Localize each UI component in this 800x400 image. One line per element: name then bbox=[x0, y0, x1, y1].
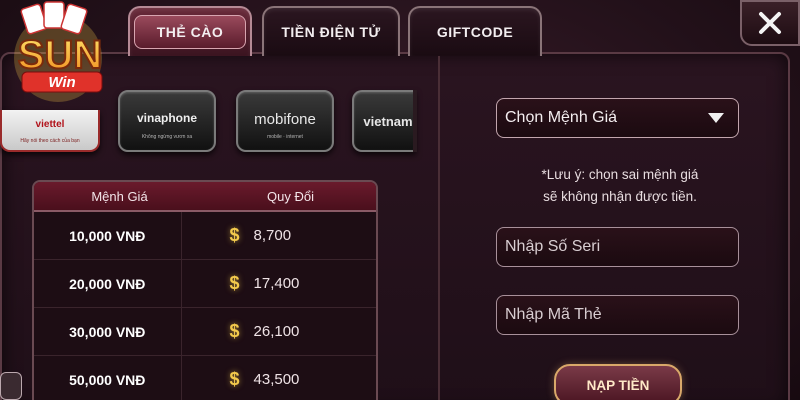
exchange-cell: $ 43,500 bbox=[182, 369, 377, 390]
table-row: 50,000 VNĐ $ 43,500 bbox=[34, 356, 376, 400]
exchange-cell: $ 17,400 bbox=[182, 273, 377, 294]
warning-note-line1: *Lưu ý: chọn sai mệnh giá bbox=[541, 167, 699, 182]
denomination-select-label: Chọn Mệnh Giá bbox=[505, 109, 618, 126]
header-exchange: Quy Đổi bbox=[267, 188, 314, 204]
warning-note: *Lưu ý: chọn sai mệnh giá sẽ không nhận … bbox=[470, 164, 770, 208]
carrier-scroll-edge bbox=[413, 90, 417, 152]
denomination-select[interactable]: Chọn Mệnh Giá bbox=[496, 98, 739, 138]
exchange-value: 26,100 bbox=[253, 323, 300, 340]
table-row: 30,000 VNĐ $ 26,100 bbox=[34, 308, 376, 356]
table-row: 20,000 VNĐ $ 17,400 bbox=[34, 260, 376, 308]
tab-the-cao[interactable]: THẺ CÀO bbox=[128, 6, 252, 56]
tab-tien-dien-tu[interactable]: TIỀN ĐIỆN TỬ bbox=[262, 6, 400, 56]
carrier-vietnamobile-label: vietnam bbox=[363, 113, 413, 129]
tab-tien-dien-tu-label: TIỀN ĐIỆN TỬ bbox=[281, 24, 381, 40]
rate-table: Mệnh Giá Quy Đổi 10,000 VNĐ $ 8,700 20,0… bbox=[32, 180, 378, 400]
logo-text: SUN bbox=[18, 33, 102, 77]
carrier-mobifone-tagline: mobile · internet bbox=[267, 134, 303, 140]
close-icon bbox=[759, 12, 781, 34]
serial-input[interactable] bbox=[496, 227, 739, 267]
coin-icon: $ bbox=[229, 321, 240, 341]
close-button[interactable] bbox=[740, 0, 800, 46]
denomination-cell: 30,000 VNĐ bbox=[34, 308, 182, 355]
dropdown-caret-icon bbox=[708, 113, 724, 123]
exchange-cell: $ 8,700 bbox=[182, 225, 377, 246]
carrier-vinaphone-label: vinaphone bbox=[136, 111, 197, 125]
chat-icon[interactable] bbox=[0, 372, 22, 400]
tab-giftcode-label: GIFTCODE bbox=[436, 24, 514, 40]
warning-note-line2: sẽ không nhận được tiền. bbox=[543, 189, 697, 204]
exchange-value: 17,400 bbox=[253, 275, 300, 292]
tab-giftcode[interactable]: GIFTCODE bbox=[408, 6, 542, 56]
sunwin-logo: SUN Win bbox=[14, 1, 103, 102]
logo-subtext: Win bbox=[48, 74, 75, 91]
denomination-cell: 10,000 VNĐ bbox=[34, 212, 182, 259]
carrier-mobifone[interactable]: mobifone mobile · internet bbox=[236, 90, 334, 152]
denomination-cell: 50,000 VNĐ bbox=[34, 356, 182, 400]
carrier-mobifone-label: mobifone bbox=[254, 110, 316, 128]
carrier-viettel-label: viettel bbox=[35, 118, 65, 130]
pin-input[interactable] bbox=[496, 295, 739, 335]
carrier-vinaphone[interactable]: vinaphone Không ngừng vươn xa bbox=[118, 90, 216, 152]
tab-the-cao-label: THẺ CÀO bbox=[133, 15, 247, 49]
carrier-viettel[interactable]: viettel Hãy nói theo cách của bạn bbox=[0, 110, 100, 152]
exchange-value: 43,500 bbox=[253, 371, 300, 388]
carrier-viettel-tagline: Hãy nói theo cách của bạn bbox=[20, 138, 80, 144]
coin-icon: $ bbox=[229, 273, 240, 293]
rate-table-header: Mệnh Giá Quy Đổi bbox=[34, 182, 376, 212]
exchange-cell: $ 26,100 bbox=[182, 321, 377, 342]
topup-button[interactable]: NẠP TIỀN bbox=[554, 364, 682, 400]
coin-icon: $ bbox=[229, 369, 240, 389]
header-denomination: Mệnh Giá bbox=[91, 188, 148, 204]
carrier-vietnamobile[interactable]: vietnam bbox=[352, 90, 416, 152]
exchange-value: 8,700 bbox=[253, 227, 292, 244]
coin-icon: $ bbox=[229, 225, 240, 245]
carrier-vinaphone-tagline: Không ngừng vươn xa bbox=[141, 134, 193, 140]
table-row: 10,000 VNĐ $ 8,700 bbox=[34, 212, 376, 260]
denomination-cell: 20,000 VNĐ bbox=[34, 260, 182, 307]
section-divider bbox=[438, 56, 440, 400]
